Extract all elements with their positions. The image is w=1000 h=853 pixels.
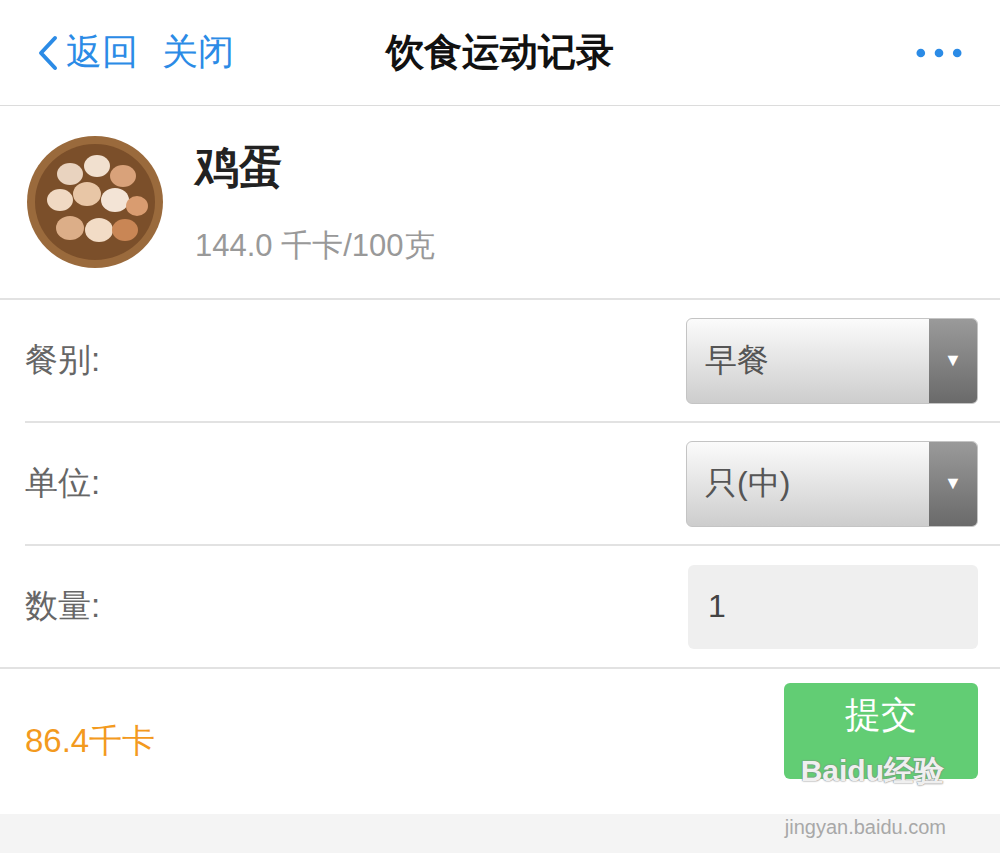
back-button[interactable]: 返回 [38, 28, 138, 77]
select-field[interactable]: 只(中)▼ [686, 441, 978, 527]
field-label: 数量: [25, 584, 100, 629]
total-calories: 86.4千卡 [25, 719, 155, 764]
footer-bar: 86.4千卡提交Baidu经验 [0, 669, 1000, 814]
form-row: 单位: 只(中)▼ [25, 423, 1000, 546]
close-button[interactable]: 关闭 [162, 28, 234, 77]
page-title: 饮食运动记录 [386, 27, 614, 78]
more-dots-icon[interactable] [916, 48, 962, 58]
quantity-input[interactable] [688, 565, 978, 649]
food-name: 鸡蛋 [195, 138, 435, 197]
form-row: 数量: [0, 546, 1000, 669]
dropdown-arrow: ▼ [929, 442, 977, 526]
form-row: 餐别: 早餐▼ [25, 300, 1000, 423]
food-calories: 144.0 千卡/100克 [195, 225, 435, 267]
back-label: 返回 [66, 28, 138, 77]
watermark-url: jingyan.baidu.com [785, 816, 946, 839]
form-fields: 餐别: 早餐▼ 单位: 只(中)▼ 数量: [0, 300, 1000, 669]
dropdown-arrow: ▼ [929, 319, 977, 403]
food-header: 鸡蛋 144.0 千卡/100克 [0, 106, 1000, 300]
diet-record-page: 返回关闭 饮食运动记录鸡蛋 144.0 千卡/100克餐别: 早餐▼ 单位: 只(中)▼ 数… [0, 0, 1000, 853]
select-value: 早餐 [687, 319, 929, 403]
select-value: 只(中) [687, 442, 929, 526]
nav-bar: 返回关闭 饮食运动记录 [0, 0, 1000, 106]
bottom-strip: jingyan.baidu.com [0, 814, 1000, 853]
egg-basket-icon [25, 134, 165, 270]
field-label: 餐别: [25, 338, 100, 383]
select-field[interactable]: 早餐▼ [686, 318, 978, 404]
field-label: 单位: [25, 461, 100, 506]
back-chevron-icon [38, 35, 58, 71]
watermark: Baidu经验 [801, 751, 944, 792]
watermark-logo: Baidu经验 [801, 754, 944, 787]
